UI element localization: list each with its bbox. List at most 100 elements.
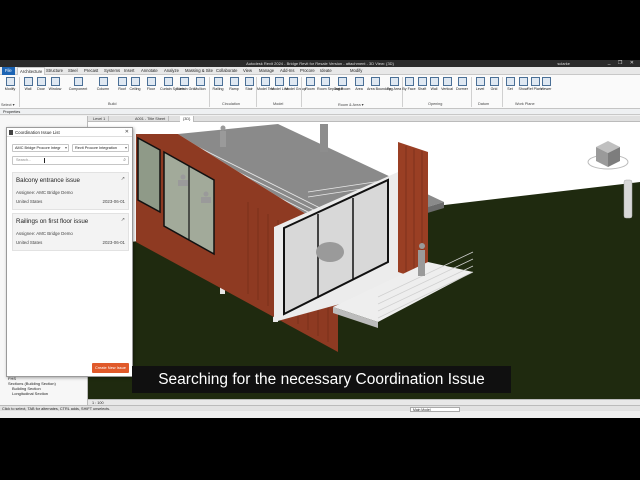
tool-label: Vertical xyxy=(441,87,453,91)
project-select-value: AMC Bridge Procore Integr xyxy=(15,146,61,150)
viewer-tool[interactable]: Viewer xyxy=(538,77,554,91)
tab-systems[interactable]: Systems xyxy=(104,67,120,75)
railing-tool[interactable]: Railing xyxy=(210,77,226,91)
modify-tool[interactable]: Modify xyxy=(2,77,18,91)
tool-label: Area xyxy=(355,87,363,91)
column-icon xyxy=(98,77,108,86)
group-build: Build xyxy=(108,102,117,106)
room-separator-tool[interactable]: Room Separator xyxy=(317,77,343,91)
tab-massing-site[interactable]: Massing & Site xyxy=(185,67,213,75)
room-tool[interactable]: Room xyxy=(302,77,318,91)
ribbon-tab-bar: File Architecture Structure Steel Precas… xyxy=(0,67,640,76)
tab-insert[interactable]: Insert xyxy=(124,67,134,75)
window-controls[interactable]: _ ❐ ✕ xyxy=(608,60,637,67)
tool-label: Tag Area xyxy=(386,87,402,91)
mullion-icon xyxy=(195,77,205,86)
panel-header: Coordination Issue List ✕ xyxy=(7,128,132,137)
browser-item[interactable]: Longitudinal Section xyxy=(8,391,88,396)
search-input[interactable]: Search... ⌕ xyxy=(12,156,129,165)
tool-label: Railing xyxy=(212,87,224,91)
tab-structure[interactable]: Structure xyxy=(46,67,63,75)
issue-date: 2023-06-01 xyxy=(102,199,125,204)
group-model: Model xyxy=(273,102,284,106)
close-icon[interactable]: ✕ xyxy=(125,128,129,137)
room-separator-icon xyxy=(320,77,330,86)
main-model-select[interactable]: Main Model xyxy=(410,406,460,412)
issue-assignee: Assignee: AMC Bridge Demo xyxy=(16,190,73,195)
window-tool[interactable]: Window xyxy=(47,77,63,91)
column-tool[interactable]: Column xyxy=(95,77,111,91)
ramp-tool[interactable]: Ramp xyxy=(226,77,242,91)
3d-viewport[interactable] xyxy=(88,122,640,399)
external-link-icon[interactable]: ↗ xyxy=(121,176,125,182)
group-room-area[interactable]: Room & Area ▾ xyxy=(338,102,364,107)
mullion-tool[interactable]: Mullion xyxy=(192,77,208,91)
stair-icon xyxy=(244,77,254,86)
curtain-grid-icon xyxy=(179,77,189,86)
grid-tool[interactable]: Grid xyxy=(486,77,502,91)
search-icon[interactable]: ⌕ xyxy=(123,157,126,164)
issue-card[interactable]: Railings on first floor issue ↗ Assignee… xyxy=(12,213,129,251)
tab-collaborate[interactable]: Collaborate xyxy=(216,67,237,75)
navigation-bar[interactable] xyxy=(623,179,633,219)
tab-file[interactable]: File xyxy=(2,67,15,75)
panel-title: Coordination Issue List xyxy=(15,130,60,135)
tag-area-tool[interactable]: Tag Area xyxy=(386,77,402,91)
dormer-tool[interactable]: Dormer xyxy=(454,77,470,91)
area-tool[interactable]: Area xyxy=(351,77,367,91)
tool-label: Model Group xyxy=(285,87,306,91)
tool-label: Dormer xyxy=(456,87,468,91)
options-bar: Properties xyxy=(0,109,640,115)
area-boundary-tool[interactable]: Area Boundary xyxy=(367,77,391,91)
ceiling-icon xyxy=(130,77,140,86)
roof-column xyxy=(320,124,328,152)
external-link-icon[interactable]: ↗ xyxy=(121,217,125,223)
tag-room-tool[interactable]: Tag Room xyxy=(334,77,350,91)
model-group-tool[interactable]: Model Group xyxy=(285,77,306,91)
group-select[interactable]: Select ▾ xyxy=(1,102,15,107)
integration-select[interactable]: Revit Procore Integration ▾ xyxy=(72,144,129,152)
tool-label: Grid xyxy=(490,87,498,91)
group-work-plane: Work Plane xyxy=(515,102,535,106)
curtain-grid-tool[interactable]: Curtain Grid xyxy=(176,77,195,91)
tab-procore[interactable]: Procore xyxy=(300,67,315,75)
user-name[interactable]: sclarke xyxy=(557,60,570,67)
model-text-icon xyxy=(260,77,270,86)
by-face-icon xyxy=(404,77,414,86)
component-tool[interactable]: Component xyxy=(68,77,88,91)
room-icon xyxy=(305,77,315,86)
stair-tool[interactable]: Stair xyxy=(241,77,257,91)
view-cube[interactable] xyxy=(587,141,629,170)
floor-tool[interactable]: Floor xyxy=(143,77,159,91)
level-icon xyxy=(475,77,485,86)
tab-modify[interactable]: Modify xyxy=(350,67,362,75)
status-text: Click to select, TAB for alternates, CTR… xyxy=(2,407,111,411)
tab-analyze[interactable]: Analyze xyxy=(164,67,179,75)
ceiling-tool[interactable]: Ceiling xyxy=(127,77,143,91)
component-icon xyxy=(73,77,83,86)
tab-view[interactable]: View xyxy=(243,67,252,75)
create-issue-button[interactable]: Create New Issue xyxy=(92,363,129,373)
tool-label: Modify xyxy=(4,87,16,91)
video-caption: Searching for the necessary Coordination… xyxy=(132,366,511,393)
curtain-system-tool[interactable]: Curtain System xyxy=(160,77,185,91)
tab-precast[interactable]: Precast xyxy=(84,67,98,75)
tag-room-icon xyxy=(337,77,347,86)
tab-add-ins[interactable]: Add-Ins xyxy=(280,67,294,75)
grid-icon xyxy=(489,77,499,86)
issue-location: United States xyxy=(16,240,43,245)
project-select[interactable]: AMC Bridge Procore Integr ▾ xyxy=(12,144,69,152)
tab-steel[interactable]: Steel xyxy=(68,67,78,75)
tool-label: Column xyxy=(96,87,110,91)
tool-label: Room xyxy=(305,87,315,91)
tab-manage[interactable]: Manage xyxy=(259,67,274,75)
window-left xyxy=(137,136,161,214)
title-bar: Autodesk Revit 2024 - Bridge Revit for R… xyxy=(0,60,640,67)
tool-label: Window xyxy=(48,87,62,91)
vertical-opening-tool[interactable]: Vertical xyxy=(439,77,455,91)
tab-annotate[interactable]: Annotate xyxy=(141,67,158,75)
tab-ideate[interactable]: Ideate xyxy=(320,67,332,75)
clipboard-icon xyxy=(9,130,13,135)
ribbon-panel: Modify Wall Door Window Component Column… xyxy=(0,75,640,109)
issue-card[interactable]: Balcony entrance issue ↗ Assignee: AMC B… xyxy=(12,172,129,210)
